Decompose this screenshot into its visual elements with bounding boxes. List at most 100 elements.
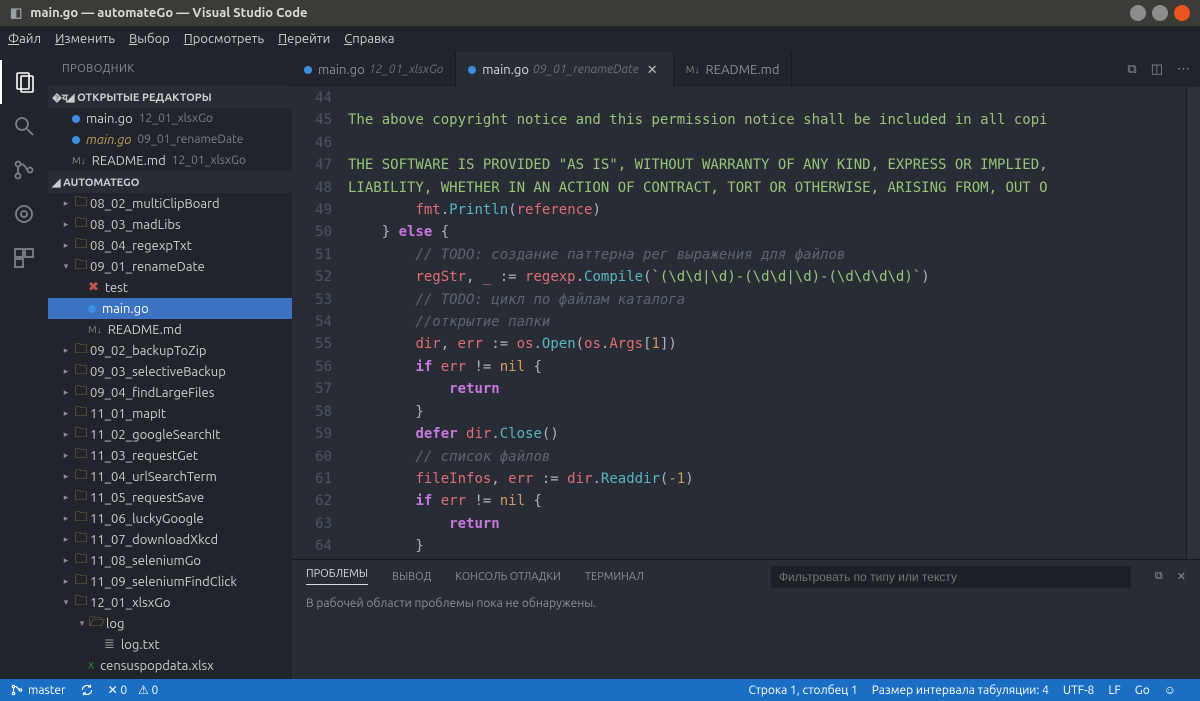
sidebar-title: ПРОВОДНИК — [48, 52, 292, 86]
problems-body: В рабочей области проблемы пока не обнар… — [292, 593, 1200, 614]
project-header[interactable]: ◢ AUTOMATEGO — [48, 171, 292, 193]
folder-item[interactable]: ▾🗀09_01_renameDate — [48, 256, 292, 277]
folder-item[interactable]: ▸🗀08_04_regexpTxt — [48, 235, 292, 256]
folder-item[interactable]: ▾🗀12_01_xlsxGo — [48, 592, 292, 613]
folder-icon: 🗀 — [72, 487, 90, 509]
sidebar: ПРОВОДНИК �य ◢ ОТКРЫТЫЕ РЕДАКТОРЫ main.g… — [48, 52, 292, 679]
file-item[interactable]: M↓README.md — [48, 319, 292, 340]
window-title: main.go — automateGo — Visual Studio Cod… — [30, 6, 307, 20]
file-item[interactable]: ≣log.txt — [48, 634, 292, 655]
folder-item[interactable]: ▸🗀11_09_seleniumFindClick — [48, 571, 292, 592]
activity-bar — [0, 52, 48, 679]
menu-Перейти[interactable]: Перейти — [278, 32, 330, 46]
status-lang[interactable]: Go — [1135, 684, 1150, 697]
tab-label: main.go — [318, 63, 365, 77]
scrollbar[interactable] — [1186, 87, 1200, 559]
titlebar: ◧ main.go — automateGo — Visual Studio C… — [0, 0, 1200, 26]
open-editors-header[interactable]: �य ◢ ОТКРЫТЫЕ РЕДАКТОРЫ — [48, 86, 292, 108]
folder-item[interactable]: ▸🗀11_07_downloadXkcd — [48, 529, 292, 550]
window-close-button[interactable] — [1174, 5, 1190, 21]
folder-item[interactable]: ▸🗀11_02_googleSearchIt — [48, 424, 292, 445]
folder-item[interactable]: ▸🗀11_06_luckyGoogle — [48, 508, 292, 529]
folder-icon: 🗀 — [72, 424, 90, 446]
editor-tabs: main.go12_01_xlsxGomain.go09_01_renameDa… — [292, 52, 1200, 87]
menu-Изменить[interactable]: Изменить — [55, 32, 115, 46]
folder-icon: 🗀 — [72, 361, 90, 383]
folder-item[interactable]: ▸🗀09_03_selectiveBackup — [48, 361, 292, 382]
search-icon[interactable] — [0, 104, 48, 148]
folder-item[interactable]: ▸🗀08_03_madLibs — [48, 214, 292, 235]
status-indent[interactable]: Размер интервала табуляции: 4 — [872, 684, 1049, 697]
panel-tab[interactable]: ВЫВОД — [392, 571, 431, 583]
status-feedback-icon[interactable]: ☺ — [1164, 683, 1176, 697]
editor-zone: main.go12_01_xlsxGomain.go09_01_renameDa… — [292, 52, 1200, 679]
debug-icon[interactable] — [0, 192, 48, 236]
folder-icon: 🗀 — [72, 214, 90, 236]
folder-icon: 🗀 — [72, 466, 90, 488]
panel-tab[interactable]: ТЕРМИНАЛ — [585, 571, 644, 583]
panel-clear-icon[interactable]: ⧉ — [1155, 570, 1163, 583]
folder-item[interactable]: ▸🗀09_04_findLargeFiles — [48, 382, 292, 403]
file-item[interactable]: Xcensuspopdata.xlsx — [48, 655, 292, 676]
tab-actions: ⧉ ◫ ⋯ — [1117, 52, 1200, 87]
folder-icon: 🗀 — [72, 445, 90, 467]
panel-tab[interactable]: КОНСОЛЬ ОТЛАДКИ — [455, 571, 561, 583]
panel-close-icon[interactable]: ✕ — [1177, 570, 1186, 583]
panel-tabs: ПРОБЛЕМЫ ВЫВОД КОНСОЛЬ ОТЛАДКИ ТЕРМИНАЛ ⧉ ✕ — [292, 560, 1200, 593]
folder-icon: 🗀 — [72, 235, 90, 257]
tab-close-icon[interactable]: ✕ — [647, 63, 661, 77]
bottom-panel: ПРОБЛЕМЫ ВЫВОД КОНСОЛЬ ОТЛАДКИ ТЕРМИНАЛ ⧉ ✕… — [292, 559, 1200, 679]
open-editor-item[interactable]: M↓README.md12_01_xlsxGo — [48, 150, 292, 171]
status-cursor[interactable]: Строка 1, столбец 1 — [748, 684, 857, 697]
window-minimize-button[interactable] — [1130, 5, 1146, 21]
folder-item[interactable]: ▸🗀11_04_urlSearchTerm — [48, 466, 292, 487]
menu-Файл[interactable]: Файл — [8, 32, 41, 46]
open-editor-item[interactable]: main.go09_01_renameDate — [48, 129, 292, 150]
tab-label: main.go — [482, 63, 529, 77]
folder-icon: 🗀 — [72, 256, 90, 278]
open-editor-item[interactable]: main.go12_01_xlsxGo — [48, 108, 292, 129]
folder-icon: 🗀 — [72, 571, 90, 593]
status-encoding[interactable]: UTF-8 — [1063, 684, 1094, 697]
code-area[interactable]: The above copyright notice and this perm… — [348, 87, 1186, 559]
editor-tab[interactable]: main.go12_01_xlsxGo — [292, 52, 456, 87]
scm-icon[interactable] — [0, 148, 48, 192]
folder-item[interactable]: ▸🗀09_02_backupToZip — [48, 340, 292, 361]
status-branch[interactable]: master — [10, 683, 66, 697]
status-eol[interactable]: LF — [1108, 684, 1120, 697]
folder-icon: 🗀 — [72, 529, 90, 551]
menu-Выбор[interactable]: Выбор — [129, 32, 170, 46]
app-icon: ◧ — [10, 6, 22, 21]
explorer-icon[interactable] — [0, 60, 48, 104]
folder-item[interactable]: ▸🗀11_05_requestSave — [48, 487, 292, 508]
status-bar: master ✕ 0 ⚠ 0 Строка 1, столбец 1 Разме… — [0, 679, 1200, 701]
tab-label: README.md — [706, 63, 780, 77]
file-item[interactable]: ✖test — [48, 277, 292, 298]
window-maximize-button[interactable] — [1152, 5, 1168, 21]
status-problems[interactable]: ✕ 0 ⚠ 0 — [108, 683, 159, 697]
folder-icon: 🗁 — [88, 613, 106, 635]
folder-item[interactable]: ▸🗀11_03_requestGet — [48, 445, 292, 466]
menu-Просмотреть[interactable]: Просмотреть — [184, 32, 264, 46]
problems-filter-input[interactable] — [771, 566, 1131, 588]
line-gutter: 4445464748495051525354555657585960616263… — [292, 87, 348, 559]
folder-item[interactable]: ▸🗀11_08_seleniumGo — [48, 550, 292, 571]
folder-item[interactable]: ▸🗀11_01_mapIt — [48, 403, 292, 424]
more-actions-icon[interactable]: ⋯ — [1177, 62, 1190, 77]
editor-body[interactable]: 4445464748495051525354555657585960616263… — [292, 87, 1200, 559]
folder-item[interactable]: ▸🗀08_02_multiClipBoard — [48, 193, 292, 214]
editor-tab[interactable]: M↓README.md — [674, 52, 793, 87]
folder-icon: 🗀 — [72, 550, 90, 572]
split-editor-icon[interactable]: ◫ — [1151, 62, 1163, 77]
folder-item[interactable]: ▾🗁log — [48, 613, 292, 634]
status-sync[interactable] — [80, 683, 94, 697]
folder-icon: 🗀 — [72, 592, 90, 614]
panel-tab[interactable]: ПРОБЛЕМЫ — [306, 568, 368, 585]
split-horizontal-icon[interactable]: ⧉ — [1127, 62, 1136, 77]
folder-icon: 🗀 — [72, 403, 90, 425]
menu-Справка[interactable]: Справка — [344, 32, 394, 46]
editor-tab[interactable]: main.go09_01_renameDate✕ — [456, 52, 674, 87]
file-item[interactable]: main.go — [48, 298, 292, 319]
open-editors-label: ОТКРЫТЫЕ РЕДАКТОРЫ — [77, 92, 212, 104]
extensions-icon[interactable] — [0, 236, 48, 280]
